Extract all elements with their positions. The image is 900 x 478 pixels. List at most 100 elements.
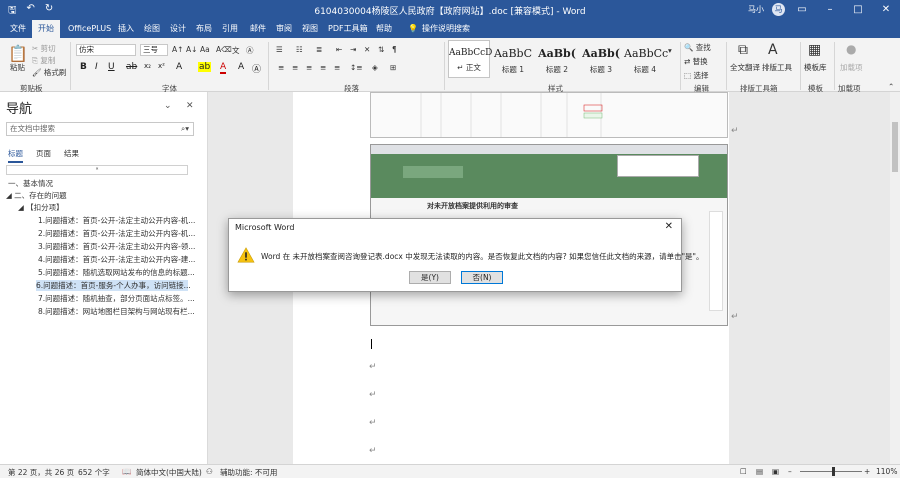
phonetic-guide-icon[interactable]: 文 [232, 45, 240, 56]
tab-insert[interactable]: 插入 [112, 20, 140, 38]
collapse-ribbon-icon[interactable]: ⌃ [888, 82, 894, 91]
subscript-button[interactable]: x₂ [144, 62, 151, 70]
nav-search-input[interactable]: 在文档中搜索 ⌕▾ [6, 122, 194, 136]
font-name-combo[interactable]: 仿宋 [76, 44, 136, 56]
tab-pdf-toolbox[interactable]: PDF工具箱 [322, 20, 374, 38]
chinese-layout-icon[interactable]: ✕ [364, 45, 370, 54]
read-mode-icon[interactable]: ▤ [756, 467, 763, 476]
font-color-icon[interactable]: A [220, 62, 227, 74]
shrink-font-icon[interactable]: A↓ [186, 45, 197, 54]
user-name[interactable]: 马小 [748, 4, 764, 15]
tab-view[interactable]: 视图 [296, 20, 324, 38]
styles-more-icon[interactable]: ▾ [668, 46, 672, 55]
tab-file[interactable]: 文件 [4, 20, 32, 38]
proofing-icon[interactable]: 📖 [122, 467, 131, 476]
language[interactable]: 简体中文(中国大陆) [136, 467, 202, 478]
addins-button[interactable]: 加载项 [840, 62, 863, 73]
embedded-screenshot[interactable] [370, 92, 728, 138]
text-effects-icon[interactable]: A [176, 62, 182, 72]
tell-me-search[interactable]: 操作说明搜索 [416, 20, 476, 38]
style-heading-4[interactable]: AaBbCc 标题 4 [624, 40, 668, 78]
heading-item[interactable]: 一、基本情况 [8, 178, 53, 189]
tab-layout[interactable]: 布局 [190, 20, 218, 38]
paste-button[interactable]: 粘贴 [10, 62, 25, 73]
underline-button[interactable]: U [108, 62, 115, 72]
heading-item[interactable]: 5.问题描述：随机选取网站发布的信息的标题... [38, 267, 195, 278]
show-marks-icon[interactable]: ¶ [392, 45, 397, 54]
char-border-icon[interactable]: Ⓐ [252, 62, 261, 75]
style-heading-1[interactable]: AaBbC 标题 1 [492, 40, 534, 78]
no-button[interactable]: 否(N) [461, 271, 503, 284]
decrease-indent-icon[interactable]: ⇤ [336, 45, 342, 54]
heading-item[interactable]: 2.问题描述：首页-公开-法定主动公开内容-机... [38, 228, 195, 239]
minimize-icon[interactable]: – [816, 0, 844, 20]
align-right-icon[interactable]: ≡ [306, 63, 312, 72]
copy-button[interactable]: ⎘ 复制 [32, 55, 55, 66]
heading-item[interactable]: 1.问题描述：首页-公开-法定主动公开内容-机... [38, 215, 195, 226]
tab-references[interactable]: 引用 [216, 20, 244, 38]
zoom-slider[interactable] [800, 471, 862, 472]
zoom-slider-thumb[interactable] [832, 467, 835, 476]
heading-item[interactable]: 7.问题描述：随机抽查，部分页面站点标签。... [38, 293, 195, 304]
heading-item[interactable]: 8.问题描述：网站地图栏目架构与网站现有栏... [38, 306, 195, 317]
char-shading-icon[interactable]: A [238, 62, 244, 72]
tab-officeplus[interactable]: OfficePLUS [62, 20, 117, 38]
paste-icon[interactable]: 📋 [8, 44, 28, 63]
tab-mailings[interactable]: 邮件 [244, 20, 272, 38]
highlight-icon[interactable]: ab [198, 62, 212, 72]
dialog-close-icon[interactable]: ✕ [665, 221, 673, 232]
layout-tool-button[interactable]: 排版工具 [762, 62, 792, 73]
bold-button[interactable]: B [80, 62, 87, 72]
heading-item[interactable]: 3.问题描述：首页-公开-法定主动公开内容-领... [38, 241, 195, 252]
full-translate-button[interactable]: 全文翻译 [730, 62, 760, 73]
justify-icon[interactable]: ≡ [320, 63, 326, 72]
enclose-char-icon[interactable]: Ⓐ [246, 45, 254, 56]
ribbon-display-icon[interactable]: ▭ [788, 0, 816, 20]
page-count[interactable]: 第 22 页，共 26 页 [8, 467, 74, 478]
superscript-button[interactable]: x² [158, 62, 165, 70]
search-icon[interactable]: ⌕▾ [181, 123, 189, 135]
sort-icon[interactable]: ⇅ [378, 45, 384, 54]
addin-icon[interactable]: ● [846, 42, 856, 56]
distributed-icon[interactable]: ≡ [334, 63, 340, 72]
shading-icon[interactable]: ◈ [372, 63, 378, 72]
scroll-thumb[interactable] [892, 122, 898, 172]
align-center-icon[interactable]: ≡ [292, 63, 298, 72]
numbering-icon[interactable]: ☷ [296, 45, 303, 54]
word-count[interactable]: 652 个字 [78, 467, 110, 478]
increase-indent-icon[interactable]: ⇥ [350, 45, 356, 54]
nav-options-icon[interactable]: ⌄ [164, 101, 172, 111]
layout-tool-icon[interactable]: A [768, 42, 778, 58]
borders-icon[interactable]: ⊞ [390, 63, 396, 72]
close-icon[interactable]: ✕ [872, 0, 900, 20]
select-button[interactable]: ⬚ 选择 [684, 70, 708, 81]
line-spacing-icon[interactable]: ↕≡ [350, 63, 363, 72]
zoom-in-button[interactable]: + [864, 467, 870, 476]
align-left-icon[interactable]: ≡ [278, 63, 284, 72]
accessibility-icon[interactable]: ⚇ [206, 467, 213, 476]
focus-mode-icon[interactable]: ☐ [740, 467, 747, 476]
replace-button[interactable]: ⇄ 替换 [684, 56, 708, 67]
zoom-out-button[interactable]: – [788, 467, 792, 476]
zoom-level[interactable]: 110% [876, 467, 897, 476]
avatar[interactable]: 马 [772, 3, 785, 16]
italic-button[interactable]: I [95, 62, 98, 72]
heading-item-selected[interactable]: 6.问题描述：首页-服务-个人办事，访问链接... [36, 280, 191, 291]
accessibility-status[interactable]: 辅助功能: 不可用 [220, 467, 277, 478]
clear-format-icon[interactable]: A⌫ [216, 45, 232, 54]
format-painter-button[interactable]: 🖌 格式刷 [32, 67, 66, 78]
tab-pages[interactable]: 页面 [36, 148, 51, 159]
find-button[interactable]: 🔍 查找 [684, 42, 711, 53]
cut-button[interactable]: ✂ 剪切 [32, 43, 56, 54]
yes-button[interactable]: 是(Y) [409, 271, 451, 284]
grow-font-icon[interactable]: A↑ [172, 45, 183, 54]
maximize-icon[interactable]: □ [844, 0, 872, 20]
strikethrough-button[interactable]: ab [126, 62, 137, 72]
change-case-icon[interactable]: Aa [200, 45, 210, 54]
tab-headings[interactable]: 标题 [8, 148, 23, 163]
web-layout-icon[interactable]: ▣ [772, 467, 779, 476]
bullets-icon[interactable]: ☰ [276, 45, 283, 54]
template-button[interactable]: 模板库 [804, 62, 827, 73]
style-normal[interactable]: AaBbCcD ↵ 正文 [448, 40, 492, 78]
tab-help[interactable]: 帮助 [370, 20, 398, 38]
